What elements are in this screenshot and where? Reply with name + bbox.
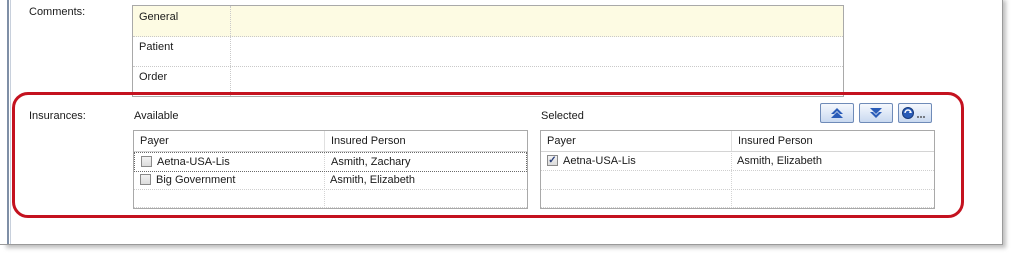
order-details-panel: Comments: General Patient Order Insuranc… [0, 0, 1003, 245]
comment-row-patient[interactable]: Patient [133, 36, 843, 67]
comment-row-key: General [133, 6, 231, 36]
comment-row-label: Patient [139, 41, 174, 53]
left-border-inner [10, 0, 11, 244]
highlight-annotation [12, 92, 964, 218]
left-border [7, 0, 9, 244]
comment-row-key: Patient [133, 36, 231, 66]
comment-row-general[interactable]: General [133, 6, 843, 37]
comment-row-label: Order [139, 71, 168, 83]
comment-row-label: General [139, 11, 179, 23]
comments-grid: General Patient Order [132, 5, 844, 97]
comments-label: Comments: [29, 6, 86, 18]
